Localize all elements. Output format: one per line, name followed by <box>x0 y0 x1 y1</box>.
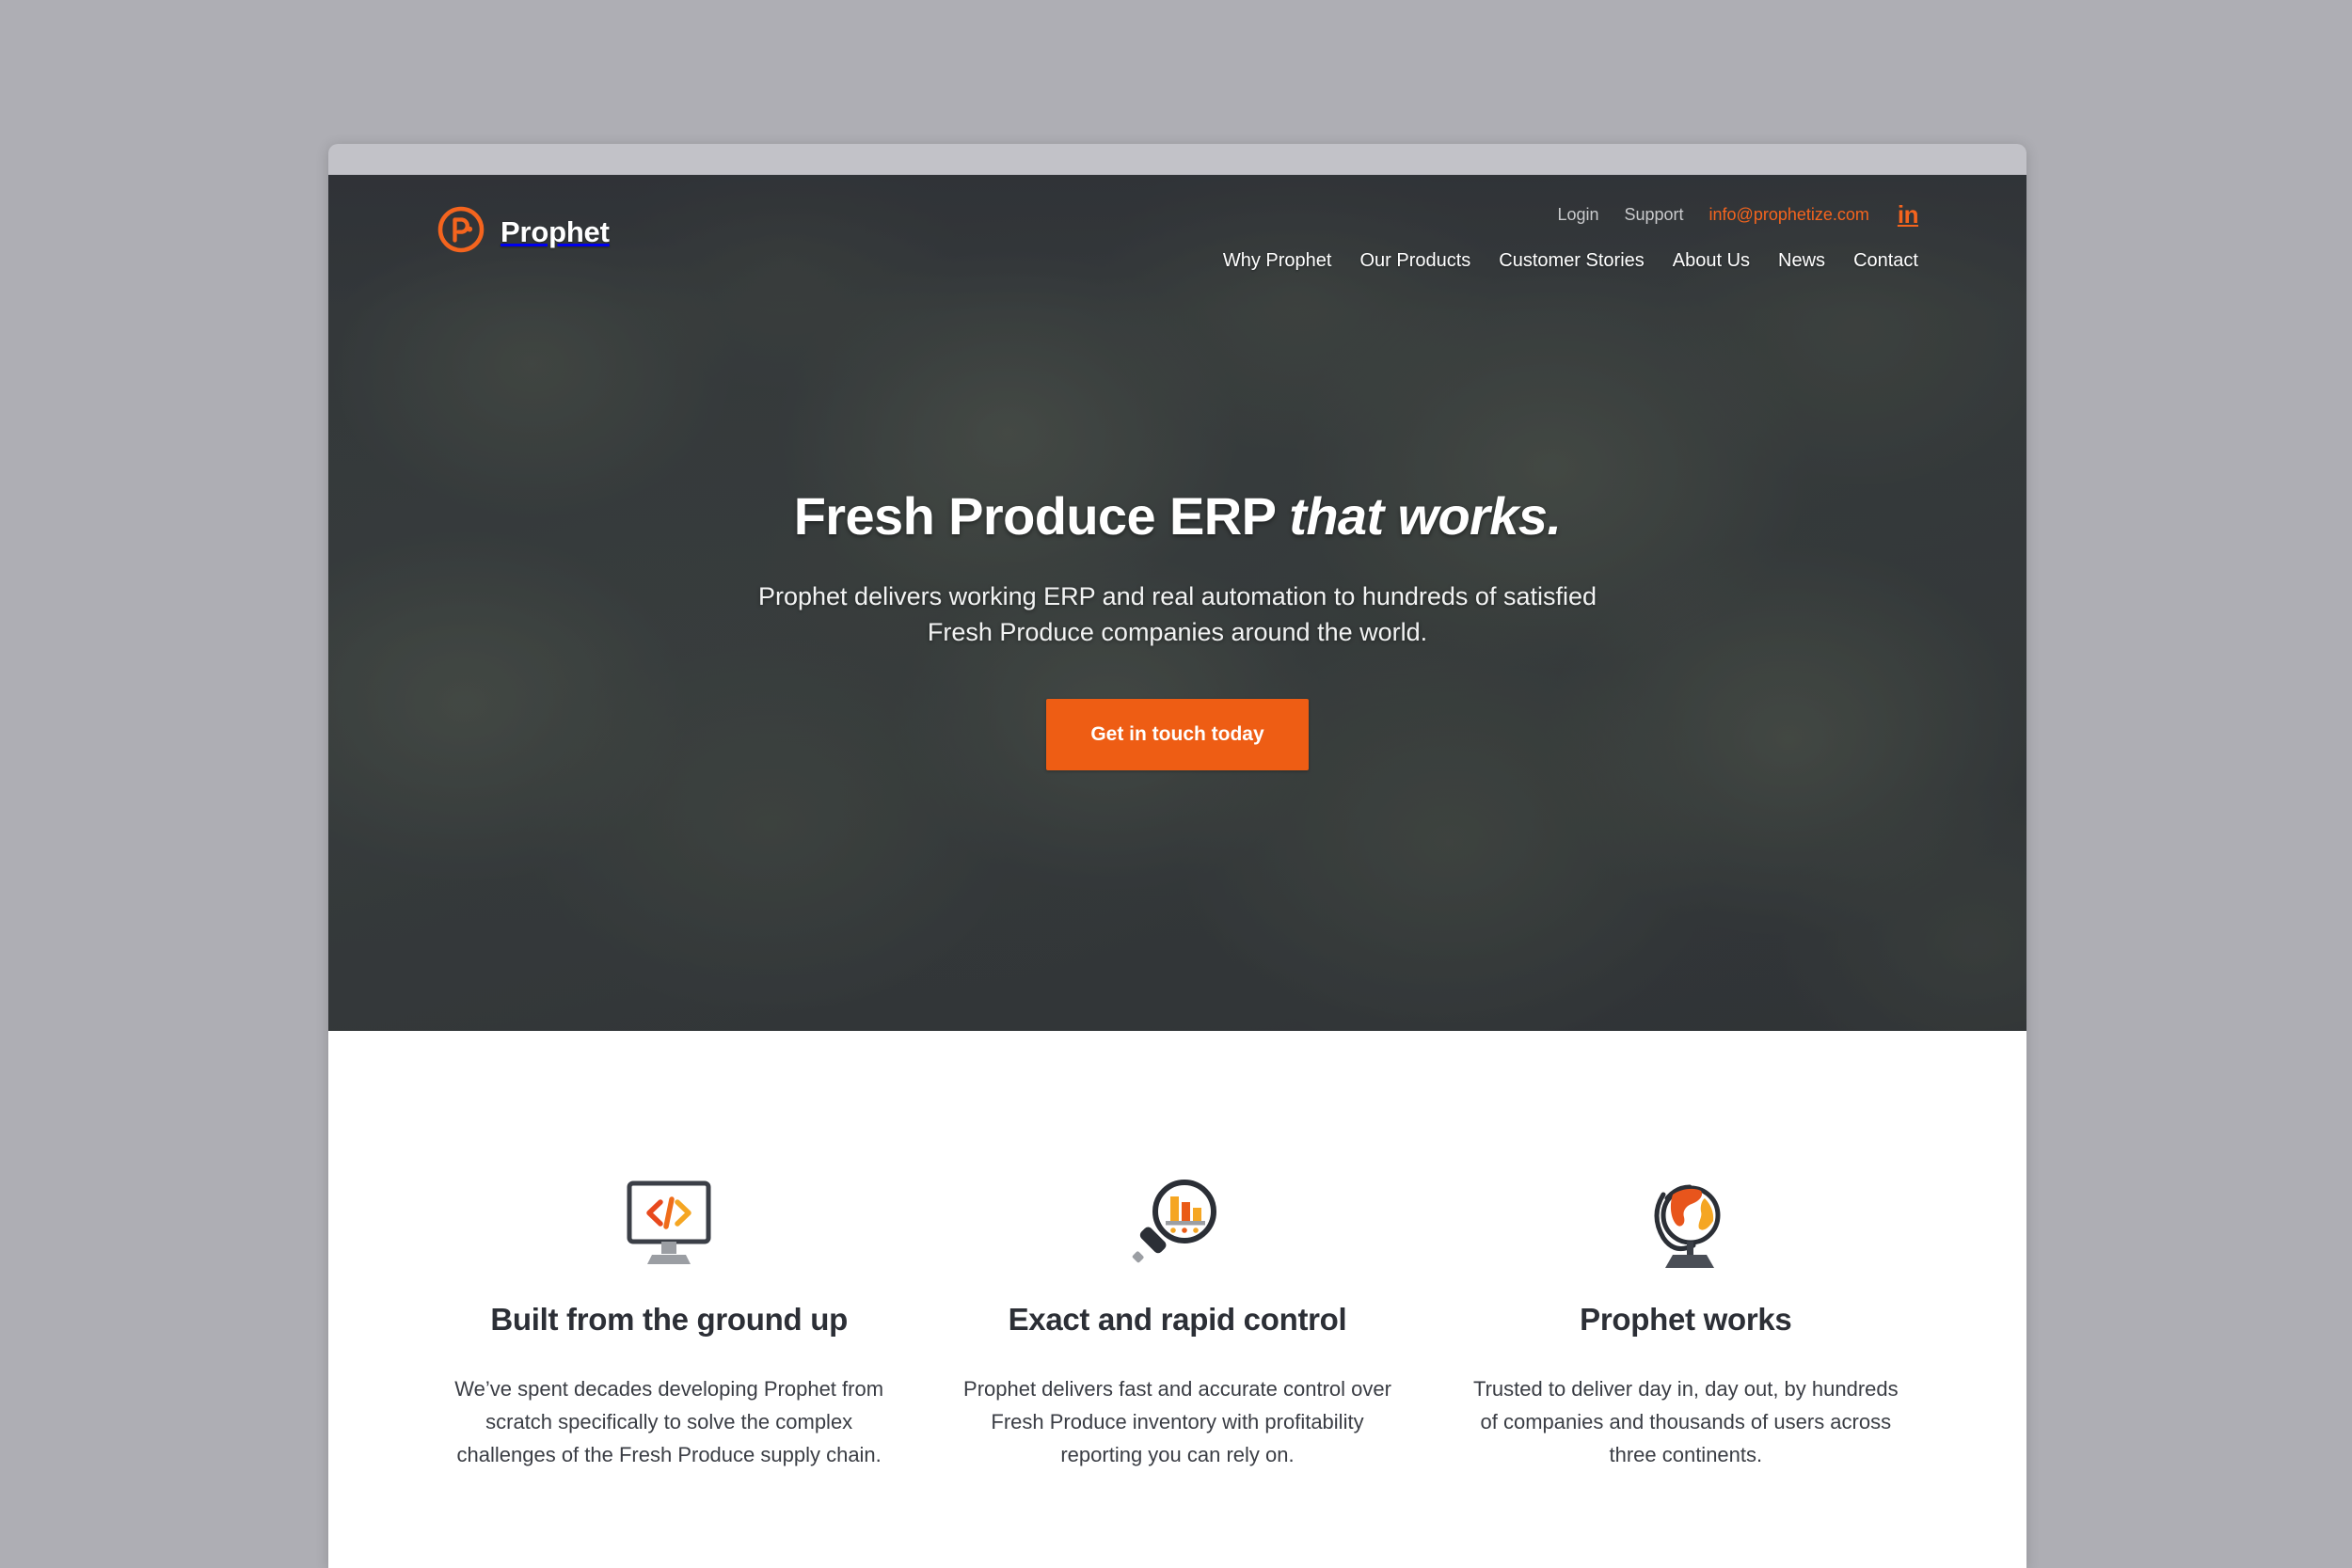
nav-item-news[interactable]: News <box>1778 250 1825 272</box>
browser-title-bar[interactable] <box>328 144 2026 175</box>
feature-card-built-from-ground-up: Built from the ground up We’ve spent dec… <box>415 1168 923 1472</box>
nav-item-about-us[interactable]: About Us <box>1673 250 1750 272</box>
hero-subtitle: Prophet delivers working ERP and real au… <box>757 582 1597 647</box>
main-nav: Why Prophet Our Products Customer Storie… <box>1223 250 1918 272</box>
nav-item-customer-stories[interactable]: Customer Stories <box>1499 250 1645 272</box>
magnifier-bar-chart-icon <box>953 1168 1401 1272</box>
utility-link-support[interactable]: Support <box>1624 205 1683 225</box>
hero-title: Fresh Produce ERP that works. <box>328 485 2026 546</box>
prophet-pin-logo-icon <box>437 205 485 259</box>
utility-link-login[interactable]: Login <box>1557 205 1598 225</box>
hero-copy: Fresh Produce ERP that works. Prophet de… <box>328 485 2026 770</box>
site-header: Prophet Login Support info@prophetize.co… <box>328 175 2026 271</box>
brand-logo-link[interactable]: Prophet <box>437 205 610 259</box>
nav-item-contact[interactable]: Contact <box>1853 250 1918 272</box>
feature-title: Built from the ground up <box>490 1302 848 1337</box>
contact-email-link[interactable]: info@prophetize.com <box>1709 205 1869 225</box>
feature-card-exact-rapid-control: Exact and rapid control Prophet delivers… <box>923 1168 1431 1472</box>
feature-title: Prophet works <box>1580 1302 1792 1337</box>
feature-text: Prophet delivers fast and accurate contr… <box>963 1377 1391 1467</box>
feature-text: We’ve spent decades developing Prophet f… <box>454 1377 884 1467</box>
browser-window: Prophet Login Support info@prophetize.co… <box>328 144 2026 1568</box>
utility-nav: Login Support info@prophetize.com in <box>1557 202 1918 227</box>
page-viewport: Prophet Login Support info@prophetize.co… <box>328 175 2026 1568</box>
hero-section: Prophet Login Support info@prophetize.co… <box>328 175 2026 1031</box>
nav-item-why-prophet[interactable]: Why Prophet <box>1223 250 1332 272</box>
hero-title-main: Fresh Produce ERP <box>793 486 1276 546</box>
get-in-touch-button[interactable]: Get in touch today <box>1046 698 1309 770</box>
monitor-code-icon <box>445 1168 893 1272</box>
feature-text: Trusted to deliver day in, day out, by h… <box>1472 1377 1899 1467</box>
linkedin-icon[interactable]: in <box>1898 202 1919 227</box>
hero-title-emphasis: that works. <box>1289 486 1562 546</box>
desk-globe-icon <box>1462 1168 1910 1272</box>
nav-item-our-products[interactable]: Our Products <box>1359 250 1470 272</box>
feature-card-prophet-works: Prophet works Trusted to deliver day in,… <box>1432 1168 1940 1472</box>
feature-title: Exact and rapid control <box>1008 1302 1347 1337</box>
brand-name: Prophet <box>501 214 610 248</box>
features-section: Built from the ground up We’ve spent dec… <box>328 1031 2026 1472</box>
